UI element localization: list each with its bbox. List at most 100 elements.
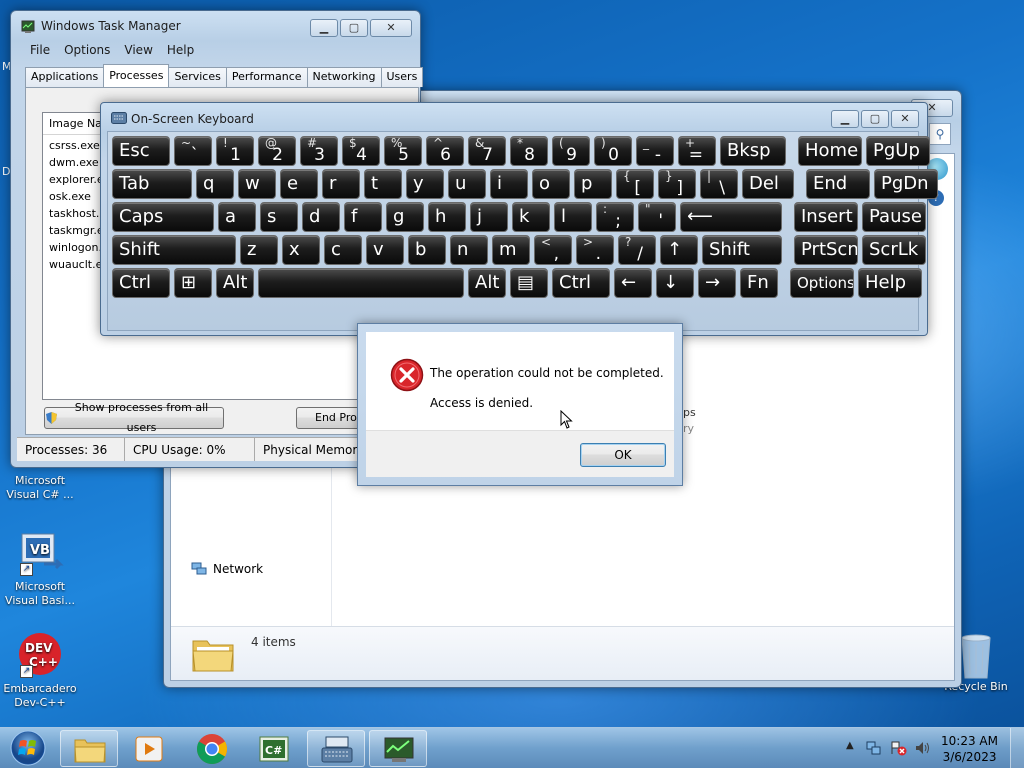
key-x[interactable]: x <box>282 235 320 265</box>
key-space[interactable] <box>258 268 464 298</box>
key-options[interactable]: Options <box>790 268 854 298</box>
show-all-processes-button[interactable]: Show processes from all users <box>44 401 224 434</box>
show-desktop-button[interactable] <box>1010 728 1024 768</box>
maximize-button[interactable]: ▢ <box>861 110 889 128</box>
key-v[interactable]: v <box>366 235 404 265</box>
key-0[interactable]: ) 0 <box>594 136 632 166</box>
key-ctrl[interactable]: Ctrl <box>552 268 610 298</box>
key-pgdn[interactable]: PgDn <box>874 169 938 199</box>
key-r3k8[interactable]: <, <box>534 235 572 265</box>
key-insert[interactable]: Insert <box>794 202 858 232</box>
key-6[interactable]: ^ 6 <box>426 136 464 166</box>
key-alt[interactable]: Alt <box>216 268 254 298</box>
key-m[interactable]: m <box>492 235 530 265</box>
key-z[interactable]: z <box>240 235 278 265</box>
key-r0k13[interactable]: + = <box>678 136 716 166</box>
show-hidden-icons-button[interactable]: ▲ <box>846 740 854 751</box>
key-9[interactable]: (9 <box>552 136 590 166</box>
key-r[interactable]: r <box>322 169 360 199</box>
key-i[interactable]: i <box>490 169 528 199</box>
key-r3k11[interactable]: ↑ <box>660 235 698 265</box>
key-k[interactable]: k <box>512 202 550 232</box>
close-button[interactable]: ✕ <box>891 110 919 128</box>
tab-applications[interactable]: Applications <box>25 67 105 87</box>
key-a[interactable]: a <box>218 202 256 232</box>
key-r1k13[interactable]: | \ <box>700 169 738 199</box>
tab-networking[interactable]: Networking <box>306 67 382 87</box>
key-pgup[interactable]: PgUp <box>866 136 930 166</box>
key-shift[interactable]: Shift <box>702 235 782 265</box>
key-help[interactable]: Help <box>858 268 922 298</box>
key-d[interactable]: d <box>302 202 340 232</box>
minimize-button[interactable]: ▁ <box>831 110 859 128</box>
key-r1k11[interactable]: {[ <box>616 169 654 199</box>
key-8[interactable]: * 8 <box>510 136 548 166</box>
taskbar-on-screen-keyboard[interactable] <box>307 730 365 767</box>
key-r4k8[interactable]: ↓ <box>656 268 694 298</box>
key-h[interactable]: h <box>428 202 466 232</box>
search-icon[interactable]: ⚲ <box>929 123 951 145</box>
key-7[interactable]: & 7 <box>468 136 506 166</box>
desktop-icon-dev-cpp[interactable]: DEV C++ ↗ Embarcadero Dev-C++ <box>0 632 80 710</box>
key-tab[interactable]: Tab <box>112 169 192 199</box>
key-o[interactable]: o <box>532 169 570 199</box>
key-u[interactable]: u <box>448 169 486 199</box>
nav-item-network[interactable]: Network <box>191 562 263 576</box>
menu-options[interactable]: Options <box>57 43 117 57</box>
key-s[interactable]: s <box>260 202 298 232</box>
key-r0k1[interactable]: ~ ` <box>174 136 212 166</box>
key-j[interactable]: j <box>470 202 508 232</box>
error-dialog[interactable]: The operation could not be completed. Ac… <box>357 323 683 486</box>
key-p[interactable]: p <box>574 169 612 199</box>
key-f[interactable]: f <box>344 202 382 232</box>
key-r2k10[interactable]: :; <box>596 202 634 232</box>
key-r4k5[interactable]: ▤ <box>510 268 548 298</box>
key-r4k7[interactable]: ← <box>614 268 652 298</box>
key-r1k12[interactable]: }] <box>658 169 696 199</box>
key-home[interactable]: Home <box>798 136 862 166</box>
desktop-icon-visual-basic[interactable]: VB ↗ Microsoft Visual Basi... <box>0 530 80 608</box>
key-r2k12[interactable]: ⟵ <box>680 202 782 232</box>
tab-services[interactable]: Services <box>168 67 227 87</box>
key-scrlk[interactable]: ScrLk <box>862 235 926 265</box>
key-del[interactable]: Del <box>742 169 794 199</box>
key-esc[interactable]: Esc <box>112 136 170 166</box>
key-n[interactable]: n <box>450 235 488 265</box>
action-center-icon[interactable] <box>890 740 908 756</box>
key-r3k9[interactable]: >. <box>576 235 614 265</box>
minimize-button[interactable]: ▁ <box>310 19 338 37</box>
key-q[interactable]: q <box>196 169 234 199</box>
network-tray-icon[interactable] <box>866 740 882 756</box>
key-ctrl[interactable]: Ctrl <box>112 268 170 298</box>
tab-performance[interactable]: Performance <box>225 67 308 87</box>
key-g[interactable]: g <box>386 202 424 232</box>
key-e[interactable]: e <box>280 169 318 199</box>
ok-button[interactable]: OK <box>580 443 666 467</box>
key-r2k11[interactable]: " ' <box>638 202 676 232</box>
key-r4k1[interactable]: ⊞ <box>174 268 212 298</box>
tab-processes[interactable]: Processes <box>103 64 170 87</box>
key-y[interactable]: y <box>406 169 444 199</box>
key-r0k12[interactable]: _ - <box>636 136 674 166</box>
key-w[interactable]: w <box>238 169 276 199</box>
key-r3k10[interactable]: ? / <box>618 235 656 265</box>
key-pause[interactable]: Pause <box>862 202 926 232</box>
key-fn[interactable]: Fn <box>740 268 778 298</box>
maximize-button[interactable]: ▢ <box>340 19 368 37</box>
key-1[interactable]: ! 1 <box>216 136 254 166</box>
taskbar-visual-csharp[interactable]: C# <box>245 730 303 767</box>
menu-help[interactable]: Help <box>160 43 201 57</box>
key-alt[interactable]: Alt <box>468 268 506 298</box>
key-3[interactable]: #3 <box>300 136 338 166</box>
key-shift[interactable]: Shift <box>112 235 236 265</box>
key-end[interactable]: End <box>806 169 870 199</box>
menu-file[interactable]: File <box>23 43 57 57</box>
key-caps[interactable]: Caps <box>112 202 214 232</box>
key-4[interactable]: $4 <box>342 136 380 166</box>
close-button[interactable]: ✕ <box>370 19 412 37</box>
menu-view[interactable]: View <box>117 43 159 57</box>
key-t[interactable]: t <box>364 169 402 199</box>
key-2[interactable]: @2 <box>258 136 296 166</box>
taskbar-explorer[interactable] <box>60 730 118 767</box>
system-clock[interactable]: 10:23 AM 3/6/2023 <box>941 733 998 765</box>
